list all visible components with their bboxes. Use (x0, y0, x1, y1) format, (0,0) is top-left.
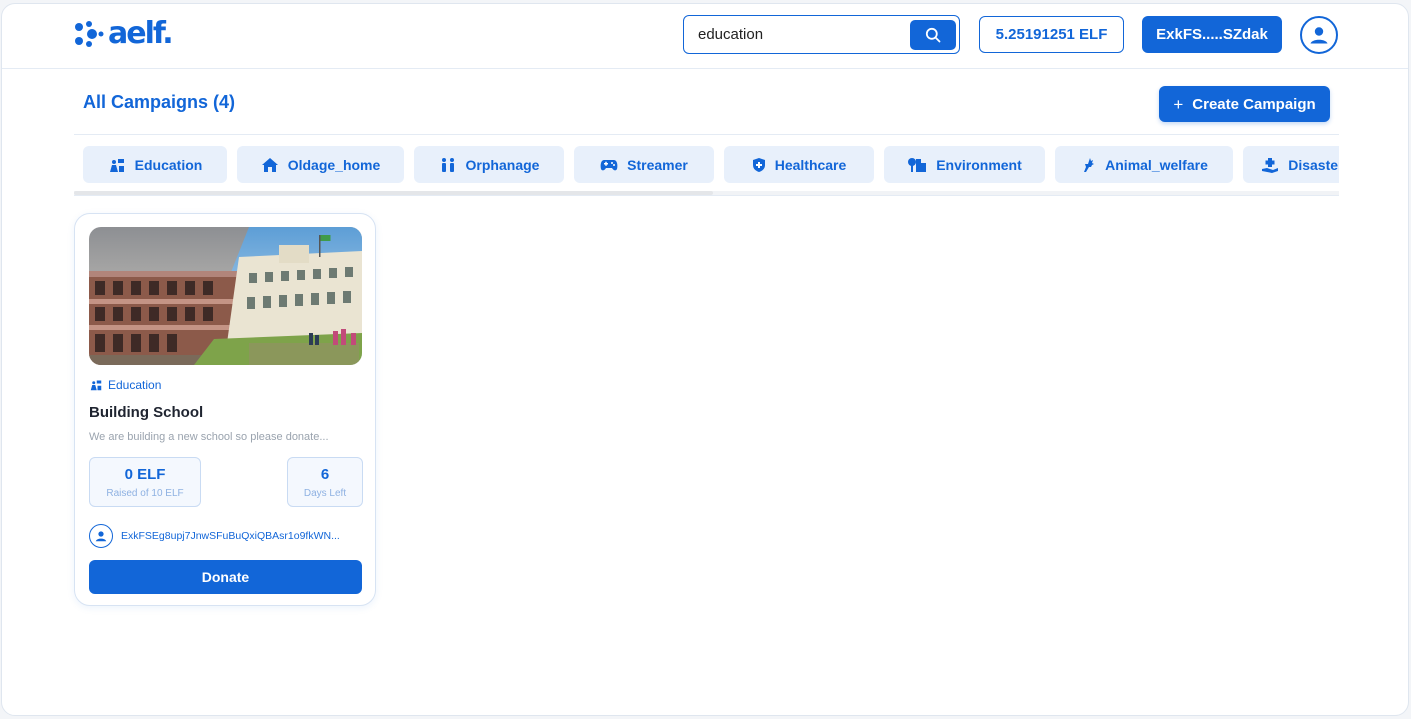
category-chip-education[interactable]: Education (83, 146, 227, 183)
shield-icon (752, 157, 765, 172)
search-icon (925, 27, 941, 43)
plus-icon: + (1173, 94, 1184, 114)
app-window: aelf. 5.25191251 ELF ExkFS.....SZdak All… (1, 3, 1409, 716)
raised-label: Raised of 10 ELF (106, 488, 184, 499)
campaign-creator[interactable]: ExkFSEg8upj7JnwSFuBuQxiQBAsr1o9fkWN... (89, 524, 340, 548)
create-campaign-button[interactable]: + Create Campaign (1159, 86, 1330, 122)
donate-button[interactable]: Donate (89, 560, 362, 594)
raised-value: 0 ELF (124, 466, 166, 483)
search-box (683, 15, 960, 54)
education-icon (90, 380, 102, 391)
user-avatar-icon (95, 531, 107, 542)
campaign-category-label: Education (108, 378, 162, 392)
category-label: Oldage_home (287, 156, 381, 173)
category-chip-animal-welfare[interactable]: Animal_welfare (1055, 146, 1233, 183)
search-input[interactable] (685, 17, 907, 52)
campaign-image (89, 227, 362, 365)
category-label: Disaster_relief (1288, 156, 1339, 173)
days-left-stat: 6 Days Left (287, 457, 363, 507)
aelf-logo-mark-icon (75, 21, 104, 47)
category-bar: Education Oldage_home Orphanage Streamer… (74, 134, 1339, 196)
category-scrollbar-thumb[interactable] (74, 191, 713, 195)
education-icon (109, 158, 124, 172)
category-label: Animal_welfare (1105, 156, 1208, 173)
category-scrollbar[interactable] (74, 191, 1339, 195)
campaign-card[interactable]: Education Building School We are buildin… (74, 213, 376, 606)
top-header: aelf. 5.25191251 ELF ExkFS.....SZdak (2, 4, 1408, 69)
wallet-balance-button[interactable]: 5.25191251 ELF (979, 16, 1124, 53)
profile-button[interactable] (1300, 16, 1338, 54)
home-icon (261, 157, 278, 172)
search-button[interactable] (910, 20, 956, 50)
school-building-image (89, 227, 362, 365)
category-label: Orphanage (465, 156, 540, 173)
creator-avatar (89, 524, 113, 548)
hand-aid-icon (1262, 157, 1279, 173)
gamepad-icon (600, 159, 618, 170)
category-chip-oldage-home[interactable]: Oldage_home (237, 146, 404, 183)
campaign-title[interactable]: Building School (89, 404, 203, 421)
aelf-logo[interactable]: aelf. (74, 16, 174, 51)
user-avatar-icon (1310, 27, 1328, 44)
category-chip-disaster-relief[interactable]: Disaster_relief (1243, 146, 1339, 183)
raised-stat: 0 ELF Raised of 10 ELF (89, 457, 201, 507)
category-chip-healthcare[interactable]: Healthcare (724, 146, 874, 183)
campaign-description: We are building a new school so please d… (89, 431, 329, 443)
days-left-label: Days Left (303, 488, 347, 499)
logo-text: aelf. (108, 16, 174, 51)
deer-icon (1084, 157, 1095, 172)
category-label: Environment (936, 156, 1022, 173)
days-left-value: 6 (320, 466, 330, 483)
children-icon (441, 157, 454, 172)
category-label: Education (134, 156, 203, 173)
wallet-address-button[interactable]: ExkFS.....SZdak (1142, 16, 1282, 53)
creator-address: ExkFSEg8upj7JnwSFuBuQxiQBAsr1o9fkWN... (121, 530, 340, 542)
campaign-category: Education (89, 378, 161, 392)
tree-city-icon (908, 157, 927, 172)
create-campaign-label: Create Campaign (1192, 95, 1316, 113)
category-list: Education Oldage_home Orphanage Streamer… (83, 146, 1339, 183)
category-chip-streamer[interactable]: Streamer (574, 146, 714, 183)
page-title: All Campaigns (4) (83, 92, 236, 112)
category-label: Streamer (627, 156, 688, 173)
category-chip-orphanage[interactable]: Orphanage (414, 146, 564, 183)
category-label: Healthcare (774, 156, 847, 173)
category-chip-environment[interactable]: Environment (884, 146, 1045, 183)
